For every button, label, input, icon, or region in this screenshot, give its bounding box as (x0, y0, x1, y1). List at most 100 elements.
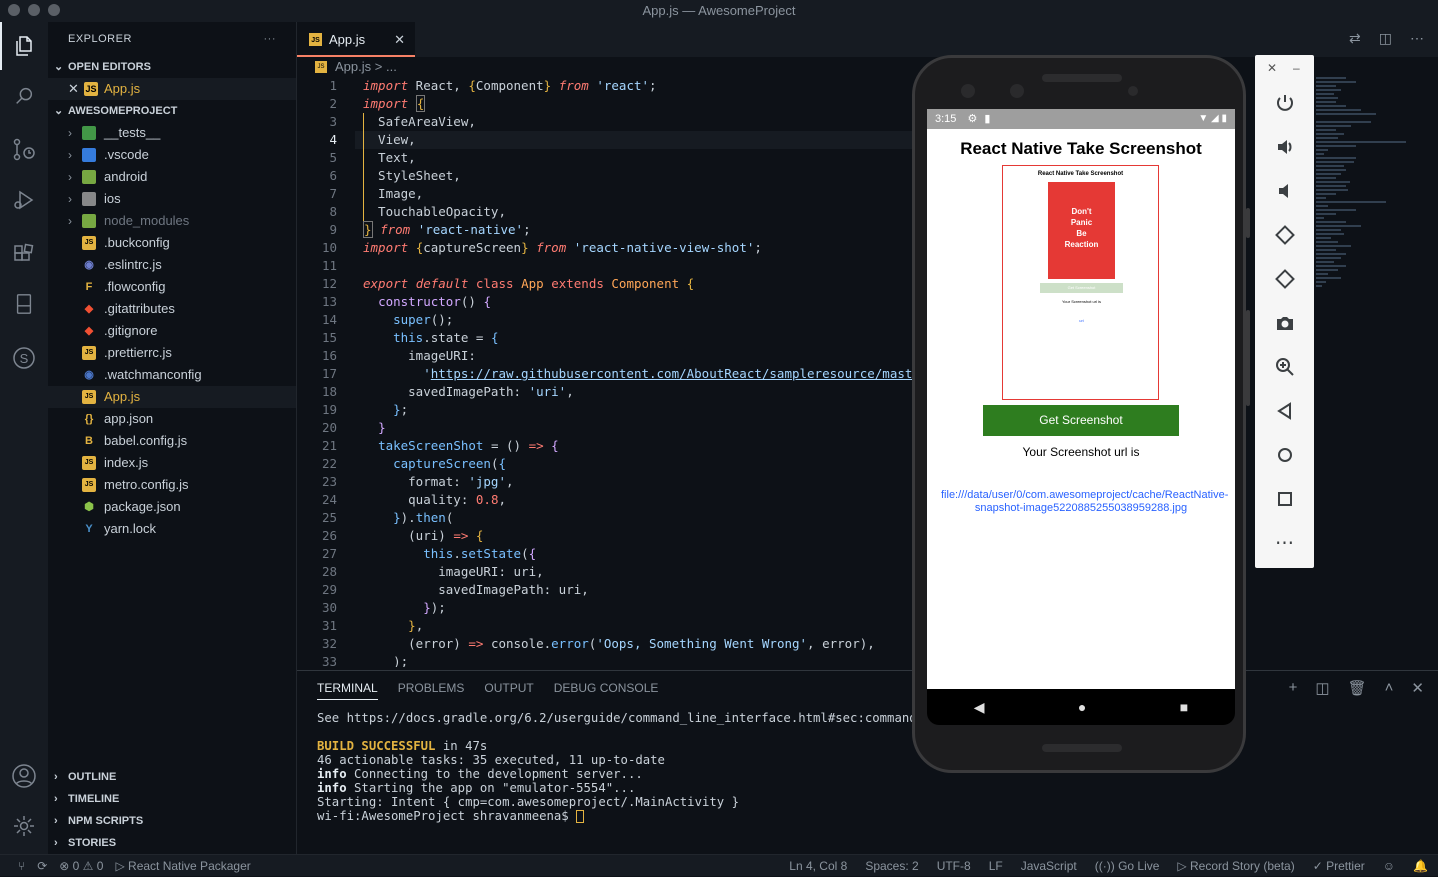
open-editors-section[interactable]: ⌄ OPEN EDITORS (48, 56, 296, 78)
extensions-icon[interactable] (0, 230, 48, 278)
emulator-toolbar-header: ✕ – (1255, 55, 1314, 81)
stories-section[interactable]: › STORIES (48, 832, 297, 854)
back-icon[interactable]: ◀ (974, 699, 985, 716)
run-debug-icon[interactable] (0, 176, 48, 224)
tab-problems[interactable]: PROBLEMS (398, 681, 465, 700)
go-live-button[interactable]: ((·)) Go Live (1095, 855, 1160, 877)
close-panel-icon[interactable]: ✕ (1411, 679, 1424, 697)
close-emulator-icon[interactable]: ✕ (1267, 61, 1277, 75)
js-file-icon: JS (315, 61, 327, 73)
close-window-button[interactable] (8, 4, 20, 16)
chevron-up-icon[interactable]: ˄ (1385, 679, 1394, 697)
minimize-window-button[interactable] (28, 4, 40, 16)
account-icon[interactable] (0, 752, 48, 800)
device-icon[interactable] (0, 280, 48, 328)
prettier-button[interactable]: ✓ Prettier (1313, 855, 1365, 877)
folder-item[interactable]: › .vscode (48, 144, 296, 166)
gear-icon[interactable] (0, 802, 48, 850)
close-tab-icon[interactable]: ✕ (394, 22, 405, 57)
record-story-button[interactable]: ▷ Record Story (beta) (1177, 855, 1294, 877)
problems-indicator[interactable]: ⊗ 0 ⚠ 0 (59, 855, 103, 877)
maximize-window-button[interactable] (48, 4, 60, 16)
s-icon[interactable]: S (0, 334, 48, 382)
compare-icon[interactable]: ⇄ (1349, 30, 1361, 47)
line-ending[interactable]: LF (989, 855, 1003, 877)
file-item[interactable]: JS .buckconfig (48, 232, 296, 254)
file-item[interactable]: ◆ .gitattributes (48, 298, 296, 320)
outline-section[interactable]: › OUTLINE (48, 766, 297, 788)
rotate-left-icon[interactable] (1255, 213, 1314, 257)
file-item[interactable]: Yyarn.lock (48, 518, 296, 540)
tab-app-js[interactable]: JS App.js ✕ (297, 22, 415, 57)
cursor-position[interactable]: Ln 4, Col 8 (789, 855, 847, 877)
close-editor-icon[interactable]: ✕ (68, 78, 79, 100)
file-item[interactable]: JS .prettierrc.js (48, 342, 296, 364)
project-section[interactable]: ⌄ AWESOMEPROJECT (48, 100, 296, 122)
phone-volume-button[interactable] (1246, 310, 1250, 406)
phone-side-button[interactable] (1246, 208, 1250, 238)
zoom-icon[interactable] (1255, 345, 1314, 389)
file-item[interactable]: ⬢ package.json (48, 496, 296, 518)
breadcrumb-rest[interactable]: ... (386, 59, 397, 74)
rotate-right-icon[interactable] (1255, 257, 1314, 301)
split-terminal-icon[interactable]: ◫ (1315, 679, 1329, 697)
file-item[interactable]: JS index.js (48, 452, 296, 474)
packager-status[interactable]: ▷ React Native Packager (115, 855, 250, 877)
source-control-icon[interactable] (0, 126, 48, 174)
bottom-panel: TERMINAL PROBLEMS OUTPUT DEBUG CONSOLE +… (297, 670, 1438, 854)
encoding[interactable]: UTF-8 (937, 855, 971, 877)
explorer-icon[interactable] (0, 22, 48, 70)
folder-item[interactable]: › node_modules (48, 210, 296, 232)
file-item[interactable]: JS metro.config.js (48, 474, 296, 496)
file-item[interactable]: JS App.js (48, 386, 296, 408)
terminal-output[interactable]: See https://docs.gradle.org/6.2/userguid… (317, 711, 912, 823)
minimize-emulator-icon[interactable]: – (1293, 61, 1300, 75)
window-controls[interactable] (8, 4, 60, 16)
indentation[interactable]: Spaces: 2 (865, 855, 918, 877)
tab-terminal[interactable]: TERMINAL (317, 681, 378, 700)
npm-scripts-section[interactable]: › NPM SCRIPTS (48, 810, 297, 832)
more-actions-icon[interactable]: ⋯ (1410, 30, 1424, 47)
overview-icon[interactable] (1255, 477, 1314, 521)
more-actions-icon[interactable]: ··· (264, 22, 277, 56)
volume-down-icon[interactable] (1255, 169, 1314, 213)
trash-icon[interactable]: 🗑 (1348, 679, 1367, 697)
add-terminal-icon[interactable]: + (1289, 679, 1298, 697)
tab-debug-console[interactable]: DEBUG CONSOLE (554, 681, 659, 700)
screenshot-file-link[interactable]: file:///data/user/0/com.awesomeproject/c… (941, 489, 1228, 515)
open-editor-item[interactable]: ✕ JS App.js (48, 78, 296, 100)
feedback-icon[interactable]: ☺ (1383, 855, 1395, 877)
file-item[interactable]: {} app.json (48, 408, 296, 430)
file-item[interactable]: F .flowconfig (48, 276, 296, 298)
phone-screen[interactable]: 3:15 ⚙ ▮ ▼ ◢ ▮ React Native Take Screens… (927, 109, 1235, 689)
more-options-icon[interactable]: ⋯ (1255, 521, 1314, 565)
timeline-section[interactable]: › TIMELINE (48, 788, 297, 810)
file-name: babel.config.js (104, 433, 188, 448)
minimap[interactable] (1316, 77, 1426, 297)
recents-icon[interactable]: ■ (1180, 699, 1188, 715)
file-item[interactable]: ◉ .watchmanconfig (48, 364, 296, 386)
power-icon[interactable] (1255, 81, 1314, 125)
camera-icon[interactable] (1255, 301, 1314, 345)
volume-up-icon[interactable] (1255, 125, 1314, 169)
remote-icon[interactable]: ⑂ (18, 855, 25, 877)
search-icon[interactable] (0, 72, 48, 120)
file-item[interactable]: ◉ .eslintrc.js (48, 254, 296, 276)
home-icon[interactable]: ● (1078, 699, 1086, 715)
folder-item[interactable]: › __tests__ (48, 122, 296, 144)
code-editor[interactable]: 1 import React, {Component} from 'react'… (297, 77, 912, 667)
file-type-icon: JS (82, 456, 96, 470)
breadcrumb-file[interactable]: App.js (335, 59, 371, 74)
home-icon[interactable] (1255, 433, 1314, 477)
notifications-icon[interactable]: 🔔 (1413, 855, 1428, 877)
back-icon[interactable] (1255, 389, 1314, 433)
tab-output[interactable]: OUTPUT (484, 681, 533, 700)
sync-icon[interactable]: ⟳ (37, 855, 47, 877)
split-editor-icon[interactable]: ◫ (1379, 30, 1392, 47)
get-screenshot-button[interactable]: Get Screenshot (983, 405, 1179, 436)
folder-item[interactable]: › ios (48, 188, 296, 210)
file-item[interactable]: Bbabel.config.js (48, 430, 296, 452)
file-item[interactable]: ◆ .gitignore (48, 320, 296, 342)
folder-item[interactable]: › android (48, 166, 296, 188)
language-mode[interactable]: JavaScript (1021, 855, 1077, 877)
